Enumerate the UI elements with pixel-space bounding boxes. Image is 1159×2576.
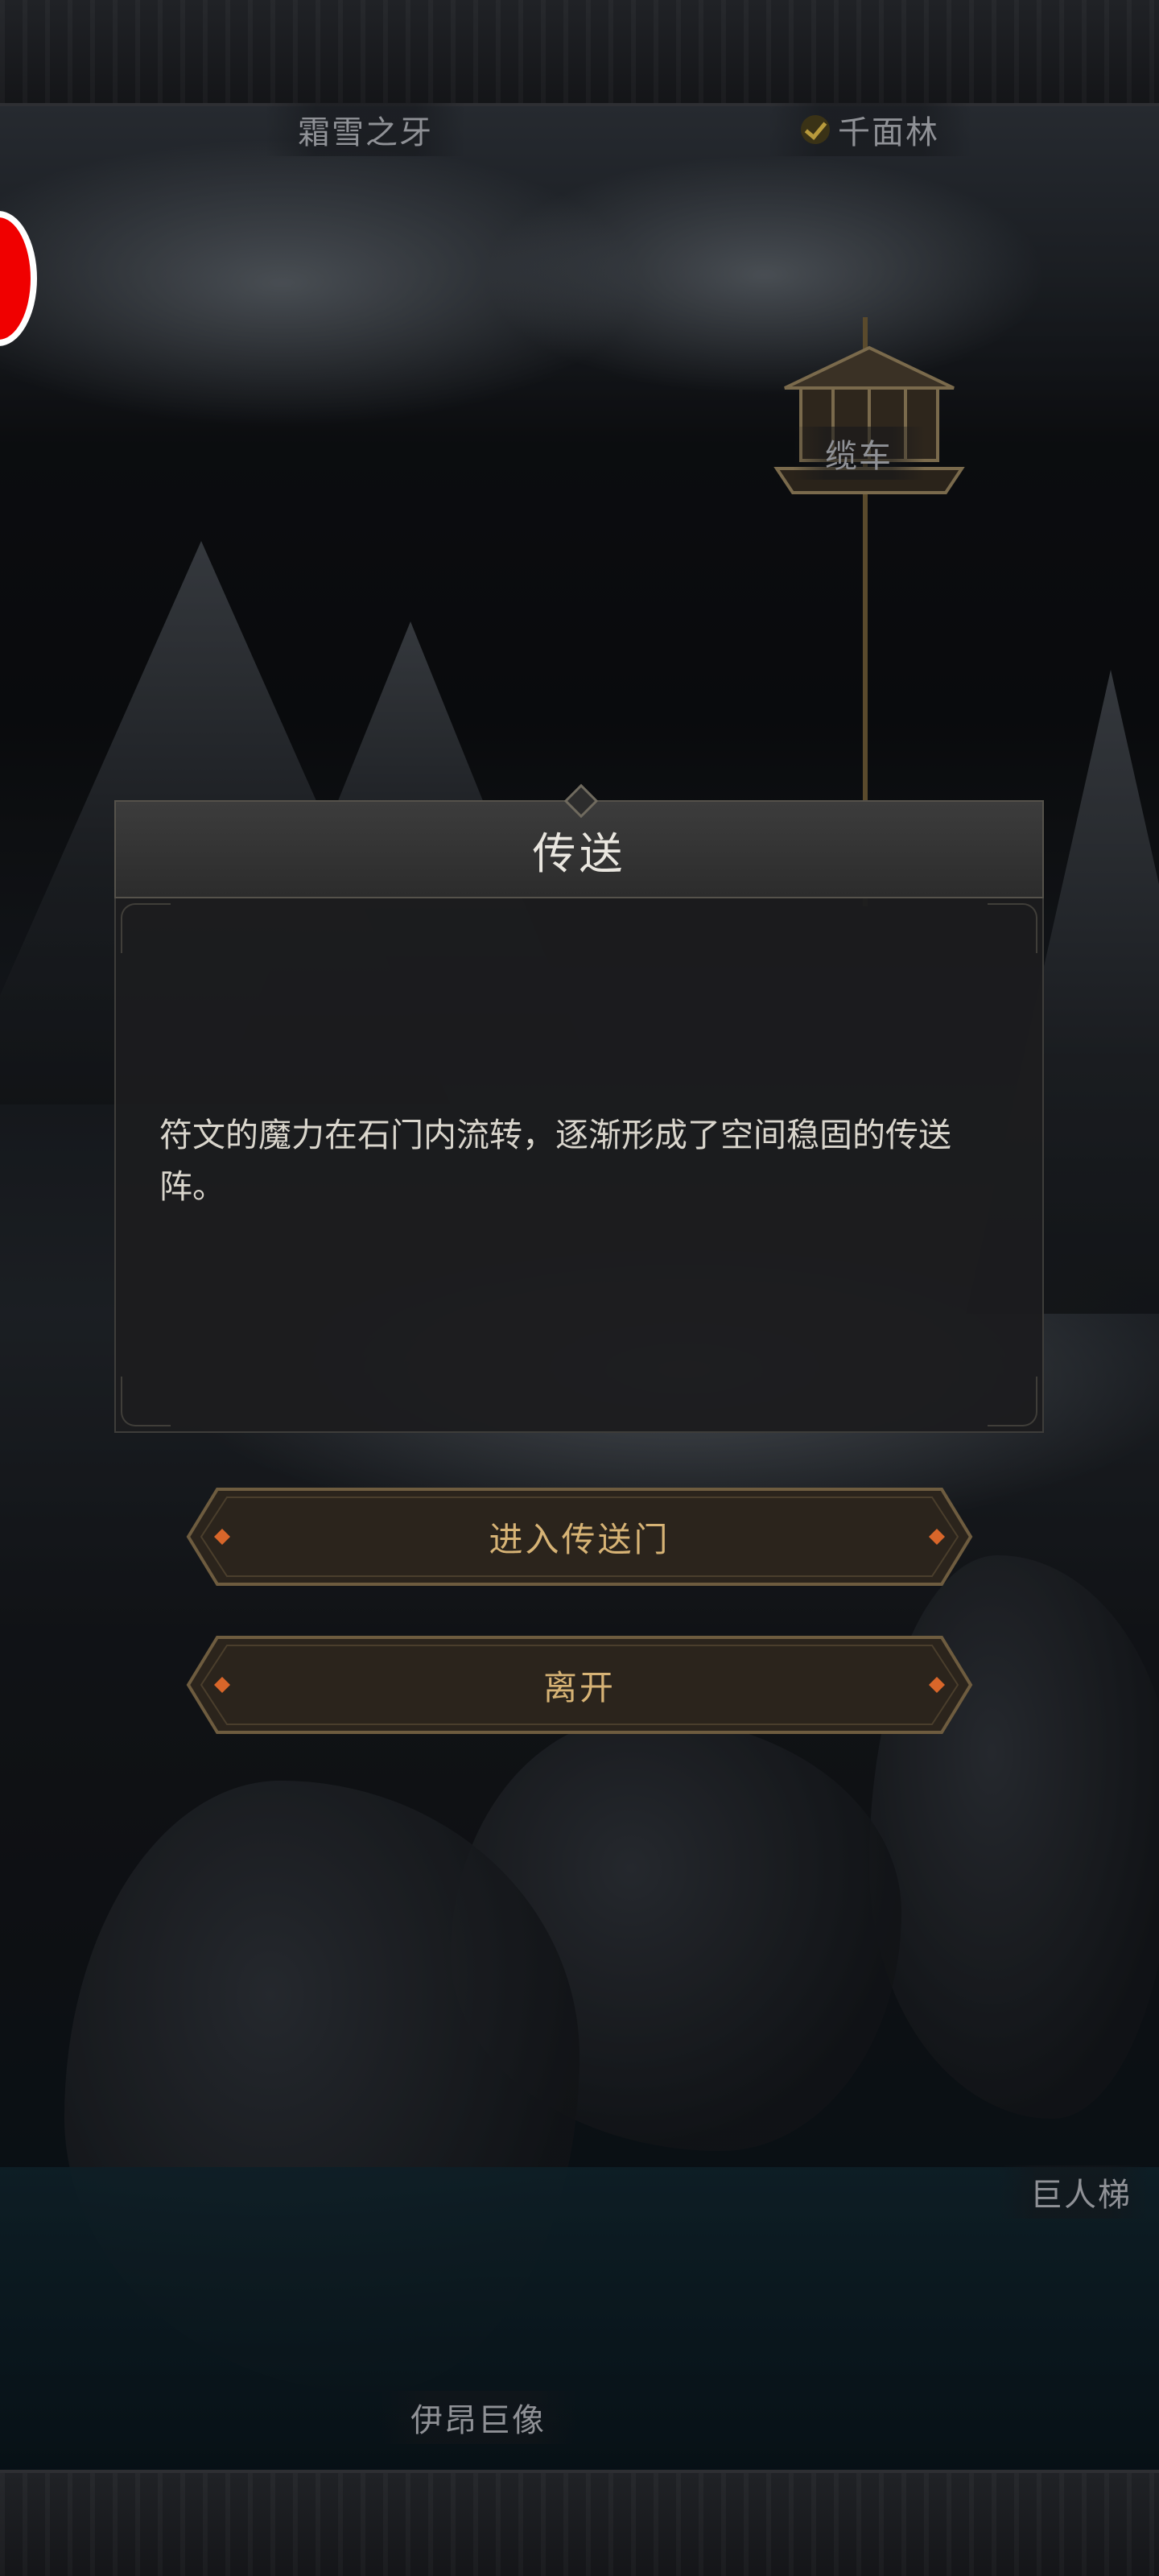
- map-label-iang-statue[interactable]: 伊昂巨像: [378, 2391, 578, 2444]
- game-screen: 霜雪之牙 千面林 缆车 巨人梯 伊昂巨像 传送 符文的魔力在石门内流转，逐渐形成…: [0, 0, 1159, 2576]
- corner-ornament: [988, 1377, 1037, 1426]
- top-frame-border: [0, 0, 1159, 106]
- check-icon: [801, 115, 830, 144]
- leave-label: 离开: [542, 1667, 616, 1707]
- bottom-frame-border: [0, 2470, 1159, 2576]
- map-label-cable-car[interactable]: 缆车: [793, 427, 925, 480]
- leave-button[interactable]: 离开: [185, 1634, 974, 1736]
- dialog-body: 符文的魔力在石门内流转，逐渐形成了空间稳固的传送阵。: [114, 898, 1044, 1433]
- corner-ornament: [988, 903, 1037, 953]
- corner-ornament: [121, 903, 171, 953]
- corner-ornament: [121, 1377, 171, 1426]
- teleport-dialog: 传送 符文的魔力在石门内流转，逐渐形成了空间稳固的传送阵。: [114, 783, 1044, 1433]
- map-label-thousand-faces-forest[interactable]: 千面林: [769, 103, 971, 156]
- map-label-giant-ladder[interactable]: 巨人梯: [998, 2165, 1148, 2219]
- enter-portal-label: 进入传送门: [489, 1519, 670, 1559]
- map-label-frost-fang[interactable]: 霜雪之牙: [266, 103, 465, 156]
- dialog-message: 符文的魔力在石门内流转，逐渐形成了空间稳固的传送阵。: [159, 1116, 951, 1206]
- dialog-title: 传送: [532, 828, 626, 879]
- map-label-text: 千面林: [838, 114, 939, 151]
- enter-portal-button[interactable]: 进入传送门: [185, 1486, 974, 1587]
